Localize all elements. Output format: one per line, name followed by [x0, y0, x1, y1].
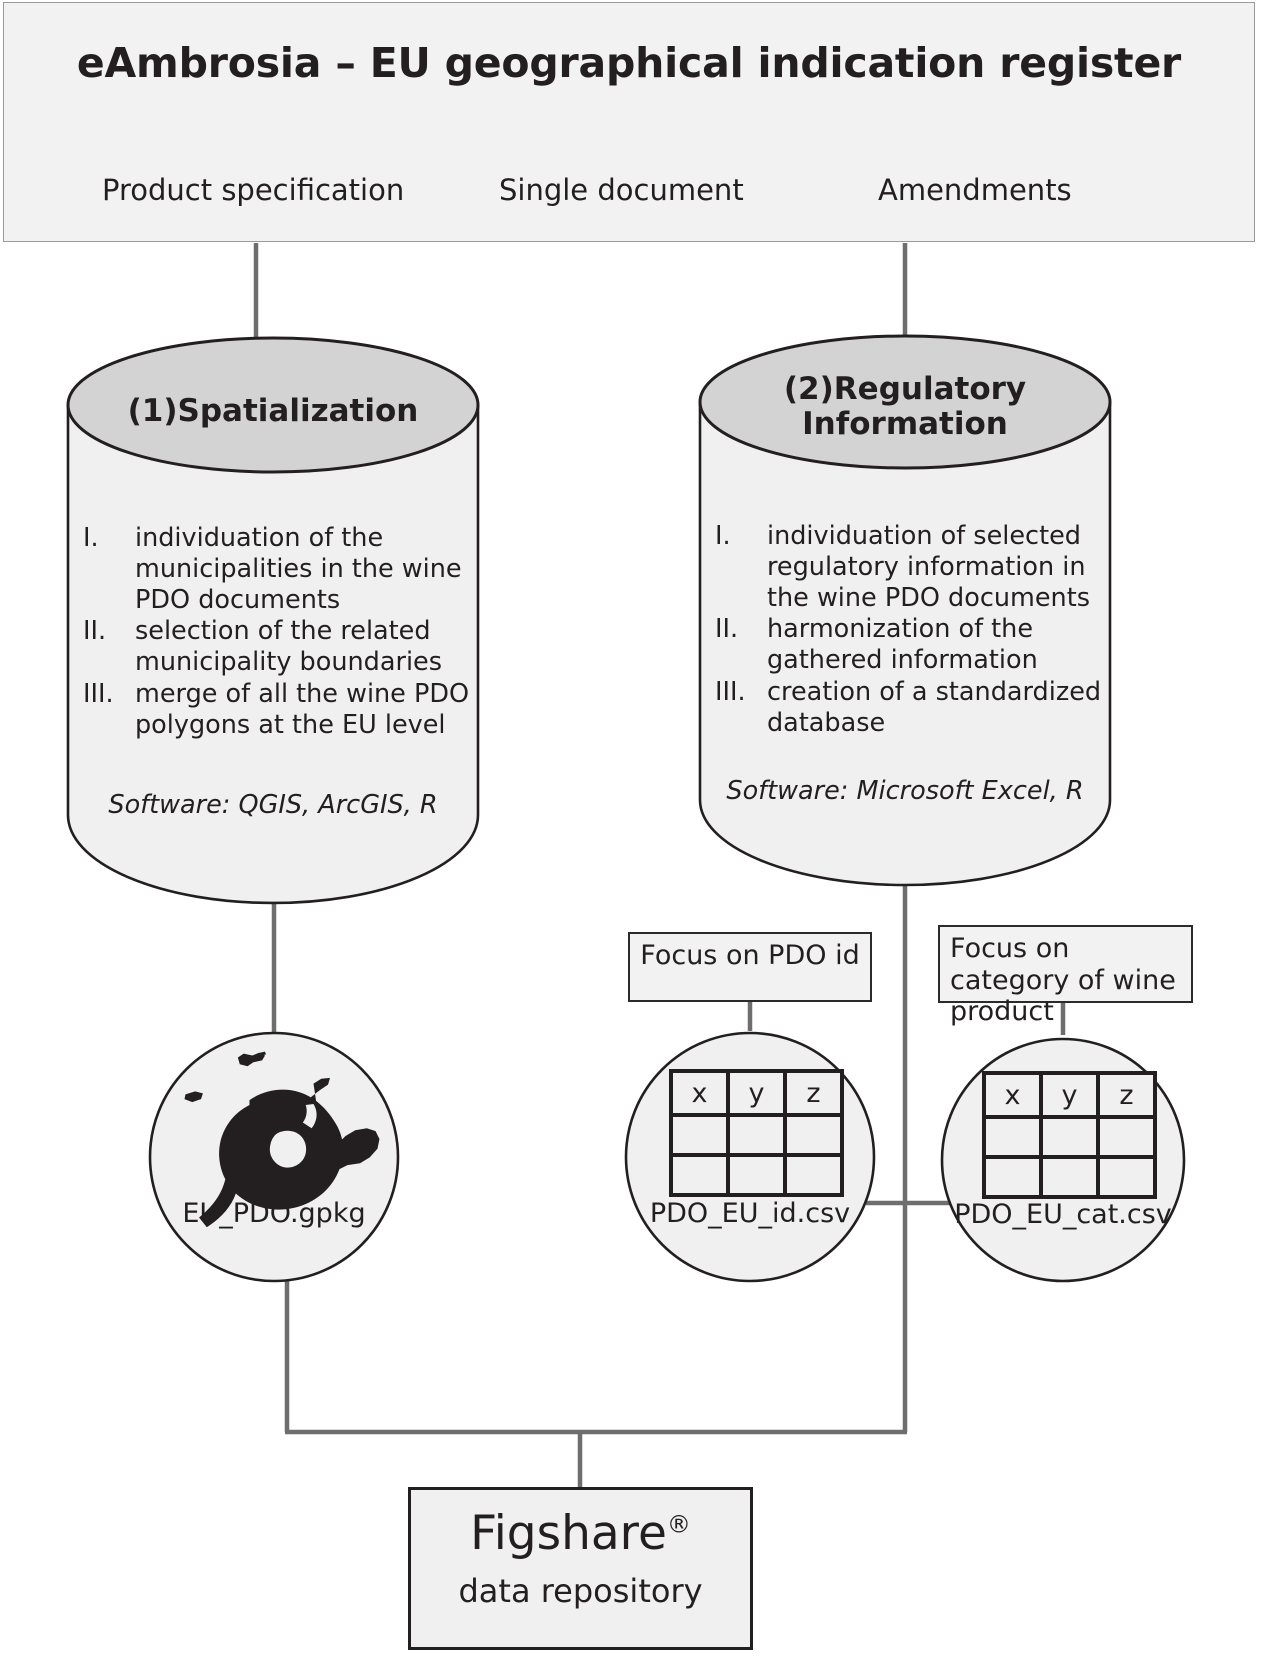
- table-cell: [1039, 1115, 1100, 1159]
- page-title: eAmbrosia – EU geographical indication r…: [76, 39, 1182, 87]
- list-item: III. merge of all the wine PDO polygons …: [83, 679, 473, 741]
- cylinder-regulatory: (2)Regulatory Information I. individuati…: [700, 335, 1110, 895]
- cylinder-regulatory-title: (2)Regulatory Information: [783, 371, 1027, 442]
- source-item-single-document: Single document: [499, 173, 744, 207]
- table-cell: [1096, 1155, 1157, 1199]
- table-cell: [669, 1113, 730, 1157]
- list-item: I. individuation of the municipalities i…: [83, 523, 473, 616]
- diagram-canvas: eAmbrosia – EU geographical indication r…: [0, 0, 1263, 1657]
- table-icon: x y z: [982, 1071, 1157, 1199]
- repository-name: Figshare®: [411, 1506, 750, 1561]
- table-cell: [669, 1153, 730, 1197]
- step-text: individuation of selected regulatory inf…: [767, 521, 1090, 614]
- cylinder-spatialization: (1)Spatialization I. individuation of th…: [68, 338, 478, 903]
- output-cat-csv: x y z PDO_EU_cat.csv: [942, 1039, 1184, 1281]
- output-id-csv: x y z PDO_EU_id.csv: [626, 1033, 874, 1281]
- step-text: creation of a standardized database: [767, 676, 1102, 738]
- output-label-gpkg: EU_PDO.gpkg: [182, 1198, 366, 1229]
- step-number: III.: [715, 676, 746, 707]
- cylinder-spatialization-software: Software: QGIS, ArcGIS, R: [108, 790, 438, 820]
- table-row: [669, 1113, 844, 1157]
- table-cell: y: [726, 1069, 787, 1117]
- step-number: III.: [83, 678, 114, 709]
- cylinder-regulatory-steps: I. individuation of selected regulatory …: [715, 521, 1107, 739]
- step-number: I.: [715, 521, 731, 551]
- output-gpkg: EU_PDO.gpkg: [150, 1033, 398, 1281]
- step-text: selection of the related municipality bo…: [135, 616, 442, 678]
- table-cell: x: [982, 1071, 1043, 1119]
- table-cell: [982, 1155, 1043, 1199]
- step-text: harmonization of the gathered informatio…: [767, 614, 1038, 676]
- output-label-id-csv: PDO_EU_id.csv: [649, 1198, 851, 1229]
- step-text: merge of all the wine PDO polygons at th…: [135, 678, 470, 740]
- table-cell: [982, 1115, 1043, 1159]
- trademark-icon: ®: [666, 1510, 691, 1539]
- focus-box-wine-category: Focus on category of wine product: [938, 925, 1193, 1027]
- repository-subtitle: data repository: [458, 1572, 703, 1610]
- output-label-cat-csv: PDO_EU_cat.csv: [954, 1199, 1172, 1230]
- table-cell: z: [783, 1069, 844, 1117]
- table-row: [982, 1155, 1157, 1199]
- list-item: I. individuation of selected regulatory …: [715, 521, 1107, 614]
- table-row: x y z: [669, 1069, 844, 1117]
- step-number: II.: [715, 614, 739, 645]
- list-item: II. harmonization of the gathered inform…: [715, 614, 1107, 676]
- source-item-product-specification: Product specification: [102, 173, 405, 207]
- table-row: [669, 1153, 844, 1197]
- list-item: III. creation of a standardized database: [715, 677, 1107, 739]
- table-cell: [1096, 1115, 1157, 1159]
- table-cell: [1039, 1155, 1100, 1199]
- table-cell: [783, 1153, 844, 1197]
- table-cell: [726, 1113, 787, 1157]
- table-cell: y: [1039, 1071, 1100, 1119]
- table-icon: x y z: [669, 1069, 844, 1197]
- step-text: individuation of the municipalities in t…: [135, 523, 462, 616]
- table-cell: x: [669, 1069, 730, 1117]
- step-number: I.: [83, 523, 99, 553]
- table-cell: [726, 1153, 787, 1197]
- repository-name-text: Figshare: [470, 1506, 667, 1561]
- source-documents-row: Product specification Single document Am…: [4, 173, 1254, 219]
- step-number: II.: [83, 616, 107, 647]
- table-cell: [783, 1113, 844, 1157]
- cylinder-regulatory-software: Software: Microsoft Excel, R: [726, 776, 1084, 806]
- repository-box: Figshare® data repository: [408, 1487, 753, 1650]
- cylinder-spatialization-steps: I. individuation of the municipalities i…: [83, 523, 473, 741]
- list-item: II. selection of the related municipalit…: [83, 616, 473, 678]
- focus-box-pdo-id: Focus on PDO id: [628, 932, 872, 1002]
- header-panel: eAmbrosia – EU geographical indication r…: [3, 2, 1255, 242]
- cylinder-spatialization-title: (1)Spatialization: [127, 393, 419, 429]
- source-item-amendments: Amendments: [878, 173, 1072, 207]
- table-cell: z: [1096, 1071, 1157, 1119]
- table-row: x y z: [982, 1071, 1157, 1119]
- table-row: [982, 1115, 1157, 1159]
